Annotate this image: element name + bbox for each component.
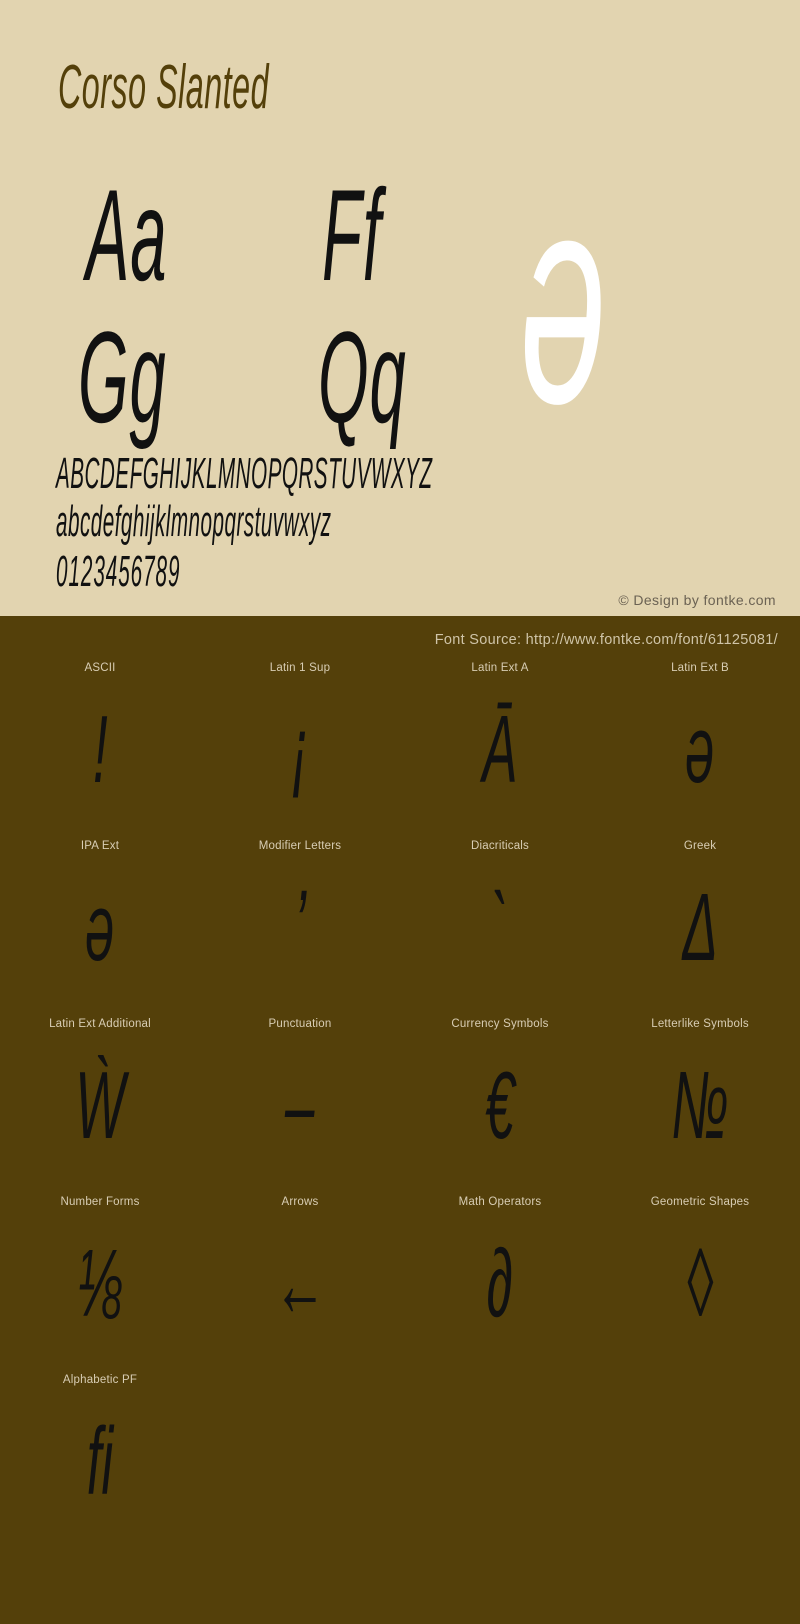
unicode-block-grid: ASCII ! Latin 1 Sup ¡ Latin Ext A Ā Lati… bbox=[0, 654, 800, 1544]
lowercase-alphabet: abcdefghijklmnopqrstuvwxyz bbox=[56, 497, 332, 546]
block-glyph: ⅛ bbox=[0, 1218, 200, 1358]
block-glyph: Δ bbox=[600, 862, 800, 1002]
block-glyph: ◊ bbox=[600, 1218, 800, 1358]
block-label: Latin Ext A bbox=[471, 662, 529, 674]
block-label: Letterlike Symbols bbox=[651, 1018, 749, 1030]
block-glyph: Ẁ bbox=[0, 1040, 200, 1180]
block-glyph-text: Δ bbox=[682, 874, 718, 981]
font-title: Corso Slanted bbox=[58, 53, 270, 122]
block-glyph: ← bbox=[200, 1218, 400, 1358]
block-label: Arrows bbox=[281, 1196, 319, 1208]
block-cell: Letterlike Symbols № bbox=[600, 1010, 800, 1188]
block-cell: Punctuation – bbox=[200, 1010, 400, 1188]
block-glyph: № bbox=[600, 1040, 800, 1180]
block-label: Number Forms bbox=[60, 1196, 140, 1208]
block-cell: Geometric Shapes ◊ bbox=[600, 1188, 800, 1366]
block-glyph: ! bbox=[0, 684, 200, 824]
block-glyph: – bbox=[200, 1040, 400, 1180]
digit-row: 0123456789 bbox=[56, 547, 181, 596]
hero-glyph: ə bbox=[520, 130, 607, 466]
block-glyph-text: ﬁ bbox=[86, 1408, 114, 1515]
block-glyph-text: ¡ bbox=[291, 696, 309, 803]
block-glyph: ∂ bbox=[400, 1218, 600, 1358]
block-glyph-text: ! bbox=[92, 696, 108, 803]
block-glyph-text: ` bbox=[491, 874, 509, 981]
block-cell: Alphabetic PF ﬁ bbox=[0, 1366, 200, 1544]
block-cell: Latin 1 Sup ¡ bbox=[200, 654, 400, 832]
uppercase-alphabet: ABCDEFGHIJKLMNOPQRSTUVWXYZ bbox=[56, 449, 433, 498]
block-cell: Math Operators ∂ bbox=[400, 1188, 600, 1366]
unicode-blocks-panel: Font Source: http://www.fontke.com/font/… bbox=[0, 616, 800, 1624]
block-glyph-text: – bbox=[285, 1052, 315, 1159]
block-label: Greek bbox=[683, 840, 717, 852]
block-glyph-text: ʼ bbox=[294, 874, 306, 981]
block-glyph-text: ə bbox=[685, 696, 715, 803]
block-cell: Arrows ← bbox=[200, 1188, 400, 1366]
block-label: Punctuation bbox=[268, 1018, 332, 1030]
block-label: IPA Ext bbox=[80, 840, 120, 852]
block-cell: Diacriticals ` bbox=[400, 832, 600, 1010]
block-glyph: Ā bbox=[400, 684, 600, 824]
block-cell: Currency Symbols € bbox=[400, 1010, 600, 1188]
block-cell: Latin Ext Additional Ẁ bbox=[0, 1010, 200, 1188]
block-label: ASCII bbox=[84, 662, 116, 674]
block-cell: Latin Ext B ə bbox=[600, 654, 800, 832]
block-cell: ASCII ! bbox=[0, 654, 200, 832]
glyph-pair-aa: Aa bbox=[86, 162, 168, 308]
block-label: Latin 1 Sup bbox=[269, 662, 331, 674]
block-label: Modifier Letters bbox=[258, 840, 342, 852]
block-cell: IPA Ext ə bbox=[0, 832, 200, 1010]
copyright-notice: © Design by fontke.com bbox=[618, 592, 776, 608]
block-glyph: ʼ bbox=[200, 862, 400, 1002]
block-glyph-text: ← bbox=[273, 1230, 327, 1337]
block-glyph: ə bbox=[0, 862, 200, 1002]
block-label: Alphabetic PF bbox=[62, 1374, 138, 1386]
block-cell: Greek Δ bbox=[600, 832, 800, 1010]
block-glyph-text: Ā bbox=[482, 696, 518, 803]
block-glyph-text: ə bbox=[85, 874, 115, 981]
font-source-line: Font Source: http://www.fontke.com/font/… bbox=[434, 632, 778, 648]
glyph-pair-qq: Qq bbox=[318, 304, 407, 450]
block-glyph-text: ◊ bbox=[686, 1230, 714, 1337]
block-row: Latin Ext Additional Ẁ Punctuation – Cur… bbox=[0, 1010, 800, 1188]
block-cell: Modifier Letters ʼ bbox=[200, 832, 400, 1010]
block-cell-empty bbox=[200, 1366, 400, 1544]
block-glyph: ə bbox=[600, 684, 800, 824]
block-cell-empty bbox=[600, 1366, 800, 1544]
block-glyph-text: € bbox=[485, 1052, 515, 1159]
block-label: Math Operators bbox=[458, 1196, 542, 1208]
block-row: Alphabetic PF ﬁ bbox=[0, 1366, 800, 1544]
block-glyph-text: № bbox=[671, 1052, 729, 1159]
block-cell: Number Forms ⅛ bbox=[0, 1188, 200, 1366]
block-glyph: ` bbox=[400, 862, 600, 1002]
block-label: Latin Ext Additional bbox=[49, 1018, 151, 1030]
specimen-panel: Corso Slanted Aa Ff Gg Qq ə ABCDEFGHIJKL… bbox=[0, 0, 800, 616]
block-glyph-text: ⅛ bbox=[77, 1230, 123, 1337]
block-cell-empty bbox=[400, 1366, 600, 1544]
block-row: IPA Ext ə Modifier Letters ʼ Diacritical… bbox=[0, 832, 800, 1010]
block-label: Currency Symbols bbox=[451, 1018, 549, 1030]
block-glyph: € bbox=[400, 1040, 600, 1180]
block-row: Number Forms ⅛ Arrows ← Math Operators ∂… bbox=[0, 1188, 800, 1366]
block-row: ASCII ! Latin 1 Sup ¡ Latin Ext A Ā Lati… bbox=[0, 654, 800, 832]
block-glyph-text: ∂ bbox=[486, 1230, 514, 1337]
font-specimen-page: Corso Slanted Aa Ff Gg Qq ə ABCDEFGHIJKL… bbox=[0, 0, 800, 1624]
block-glyph-text: Ẁ bbox=[75, 1052, 125, 1159]
glyph-pair-gg: Gg bbox=[78, 304, 167, 450]
block-label: Latin Ext B bbox=[671, 662, 729, 674]
block-label: Geometric Shapes bbox=[650, 1196, 750, 1208]
glyph-pair-ff: Ff bbox=[322, 162, 382, 308]
block-glyph: ﬁ bbox=[0, 1396, 200, 1536]
block-label: Diacriticals bbox=[471, 840, 529, 852]
block-cell: Latin Ext A Ā bbox=[400, 654, 600, 832]
glyph-pair-group: Aa Ff Gg Qq bbox=[0, 150, 800, 450]
block-glyph: ¡ bbox=[200, 684, 400, 824]
